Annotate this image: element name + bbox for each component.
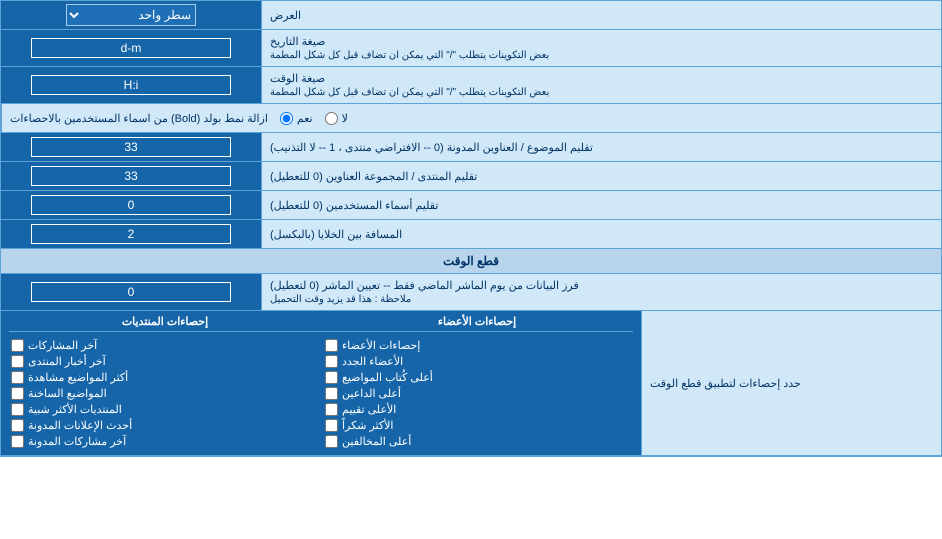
checkbox-latest-announcements: أحدث الإعلانات المدونة <box>11 419 317 432</box>
stats-label-cell: حدد إحصاءات لتطبيق قطع الوقت <box>641 311 941 455</box>
date-format-label-cell: صيغة التاريخ بعض التكوينات يتطلب "/" الت… <box>261 30 941 66</box>
date-format-input-cell <box>1 30 261 66</box>
checkbox-top-violators: أعلى المخالفين <box>325 435 631 448</box>
cutoff-input-cell <box>1 274 261 310</box>
cutoff-input[interactable] <box>31 282 231 302</box>
date-format-sub: بعض التكوينات يتطلب "/" التي يمكن ان تضا… <box>270 50 549 61</box>
checkbox-latest-announcements-input[interactable] <box>11 419 24 432</box>
users-input-cell <box>1 191 261 219</box>
time-format-label-cell: صيغة الوقت بعض التكوينات يتطلب "/" التي … <box>261 67 941 103</box>
radio-yes-option: نعم <box>280 112 313 125</box>
checkbox-top-violators-input[interactable] <box>325 435 338 448</box>
checkbox-top-rated-input[interactable] <box>325 403 338 416</box>
radio-no-option: لا <box>325 112 348 125</box>
col2-header: إحصاءات الأعضاء <box>321 315 633 328</box>
checkbox-most-similar-input[interactable] <box>11 403 24 416</box>
checkbox-forum-news-input[interactable] <box>11 355 24 368</box>
checkbox-last-posts: آخر المشاركات <box>11 339 317 352</box>
date-format-label: صيغة التاريخ <box>270 35 325 48</box>
checkbox-hot-topics-input[interactable] <box>11 387 24 400</box>
radio-no-input[interactable] <box>325 112 338 125</box>
radio-no-label: لا <box>342 112 348 125</box>
checkbox-most-similar: المنتديات الأكثر شبية <box>11 403 317 416</box>
checkbox-members-stats-input[interactable] <box>325 339 338 352</box>
checkbox-most-viewed: أكثر المواضيع مشاهدة <box>11 371 317 384</box>
time-format-input-cell <box>1 67 261 103</box>
stats-label: حدد إحصاءات لتطبيق قطع الوقت <box>650 377 801 390</box>
checkbox-most-thanked-input[interactable] <box>325 419 338 432</box>
cutoff-section-header: قطع الوقت <box>1 249 941 274</box>
bold-label: ازالة نمط بولد (Bold) من اسماء المستخدمي… <box>10 112 268 125</box>
checkbox-last-blog-posts-input[interactable] <box>11 435 24 448</box>
cutoff-section-title: قطع الوقت <box>443 254 499 268</box>
radio-yes-label: نعم <box>297 112 313 125</box>
cutoff-label: فرز البيانات من يوم الماشر الماضي فقط --… <box>270 279 579 292</box>
forum-input-cell <box>1 162 261 190</box>
time-format-label: صيغة الوقت <box>270 72 325 85</box>
date-format-input[interactable] <box>31 38 231 58</box>
users-input[interactable] <box>31 195 231 215</box>
radio-yes-input[interactable] <box>280 112 293 125</box>
checkbox-top-inviters: أعلى الداعين <box>325 387 631 400</box>
time-format-sub: بعض التكوينات يتطلب "/" التي يمكن ان تضا… <box>270 87 549 98</box>
checkbox-top-rated: الأعلى تقييم <box>325 403 631 416</box>
checkbox-most-viewed-input[interactable] <box>11 371 24 384</box>
topics-input[interactable] <box>31 137 231 157</box>
checkbox-top-writers-input[interactable] <box>325 371 338 384</box>
checkbox-members-stats: إحصاءات الأعضاء <box>325 339 631 352</box>
checkbox-new-members: الأعضاء الجدد <box>325 355 631 368</box>
topics-input-cell <box>1 133 261 161</box>
cutoff-label-cell: فرز البيانات من يوم الماشر الماضي فقط --… <box>261 274 941 310</box>
topics-label-cell: تقليم الموضوع / العناوين المدونة (0 -- ا… <box>261 133 941 161</box>
time-format-input[interactable] <box>31 75 231 95</box>
checkbox-last-posts-input[interactable] <box>11 339 24 352</box>
forum-label-cell: تقليم المنتدى / المجموعة العناوين (0 للت… <box>261 162 941 190</box>
display-select[interactable]: سطر واحد سطرين ثلاثة أسطر <box>66 4 196 26</box>
checkbox-most-thanked: الأكثر شكراً <box>325 419 631 432</box>
cutoff-note: ملاحظة : هذا قد يزيد وقت التحميل <box>270 294 411 305</box>
space-label: المسافة بين الخلايا (بالبكسل) <box>270 228 402 241</box>
users-label-cell: تقليم أسماء المستخدمين (0 للتعطيل) <box>261 191 941 219</box>
checkbox-hot-topics: المواضيع الساخنة <box>11 387 317 400</box>
stats-content-cell: إحصاءات الأعضاء إحصاءات المنتديات إحصاءا… <box>1 311 641 455</box>
checkbox-top-writers: أعلى كُتاب المواضيع <box>325 371 631 384</box>
bold-label-cell: لا نعم ازالة نمط بولد (Bold) من اسماء ال… <box>1 104 941 132</box>
col1-header: إحصاءات المنتديات <box>9 315 321 328</box>
checkbox-last-blog-posts: آخر مشاركات المدونة <box>11 435 317 448</box>
page-title-text: العرض <box>270 9 301 22</box>
users-label: تقليم أسماء المستخدمين (0 للتعطيل) <box>270 199 438 212</box>
space-label-cell: المسافة بين الخلايا (بالبكسل) <box>261 220 941 248</box>
checkbox-top-inviters-input[interactable] <box>325 387 338 400</box>
space-input-cell <box>1 220 261 248</box>
display-dropdown-cell: سطر واحد سطرين ثلاثة أسطر <box>1 1 261 29</box>
space-input[interactable] <box>31 224 231 244</box>
forum-label: تقليم المنتدى / المجموعة العناوين (0 للت… <box>270 170 477 183</box>
checkbox-forum-news: آخر أخبار المنتدى <box>11 355 317 368</box>
forum-input[interactable] <box>31 166 231 186</box>
topics-label: تقليم الموضوع / العناوين المدونة (0 -- ا… <box>270 141 593 154</box>
checkbox-new-members-input[interactable] <box>325 355 338 368</box>
page-title-label: العرض <box>261 1 941 29</box>
